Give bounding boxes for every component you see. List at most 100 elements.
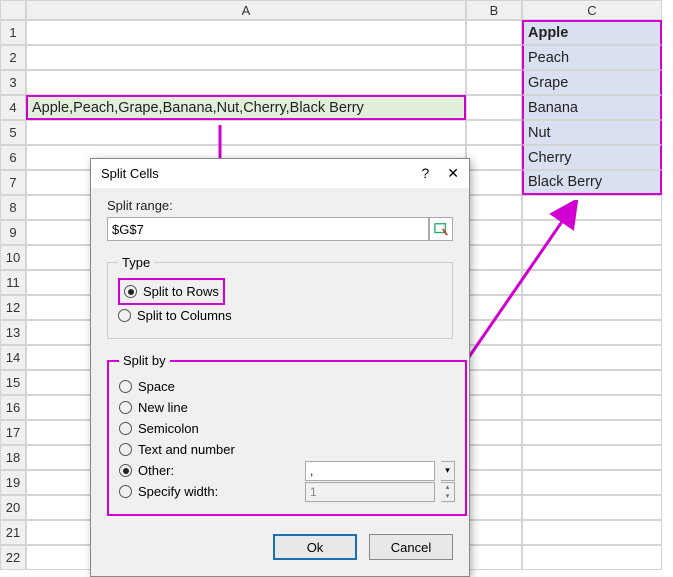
row-header[interactable]: 16 bbox=[0, 395, 26, 420]
row-header[interactable]: 5 bbox=[0, 120, 26, 145]
cell-B6[interactable] bbox=[466, 145, 522, 170]
cell-C20[interactable] bbox=[522, 495, 662, 520]
splitby-group: Split by Space New line Semicolon Text a… bbox=[107, 353, 467, 516]
row-header[interactable]: 8 bbox=[0, 195, 26, 220]
other-delimiter-input[interactable] bbox=[305, 461, 435, 481]
radio-split-cols[interactable]: Split to Columns bbox=[118, 305, 442, 326]
radio-icon bbox=[119, 485, 132, 498]
radio-icon bbox=[119, 401, 132, 414]
col-header-A[interactable]: A bbox=[26, 0, 466, 20]
cell-C18[interactable] bbox=[522, 445, 662, 470]
split-range-input[interactable] bbox=[107, 217, 429, 241]
cell-B16[interactable] bbox=[466, 395, 522, 420]
cell-B9[interactable] bbox=[466, 220, 522, 245]
cell-B18[interactable] bbox=[466, 445, 522, 470]
radio-width[interactable]: Specify width: bbox=[119, 481, 299, 502]
cell-C11[interactable] bbox=[522, 270, 662, 295]
cell-C13[interactable] bbox=[522, 320, 662, 345]
close-button[interactable]: ✕ bbox=[447, 165, 459, 182]
cell-C7[interactable]: Black Berry bbox=[522, 170, 662, 195]
cell-C16[interactable] bbox=[522, 395, 662, 420]
dialog-title: Split Cells bbox=[101, 166, 159, 181]
ok-button[interactable]: Ok bbox=[273, 534, 357, 560]
row-header[interactable]: 9 bbox=[0, 220, 26, 245]
cell-C9[interactable] bbox=[522, 220, 662, 245]
row-header[interactable]: 22 bbox=[0, 545, 26, 570]
row-header[interactable]: 11 bbox=[0, 270, 26, 295]
row-header[interactable]: 3 bbox=[0, 70, 26, 95]
row-header[interactable]: 13 bbox=[0, 320, 26, 345]
radio-textnum[interactable]: Text and number bbox=[119, 439, 455, 460]
cell-C4[interactable]: Banana bbox=[522, 95, 662, 120]
row-header[interactable]: 7 bbox=[0, 170, 26, 195]
corner-cell[interactable] bbox=[0, 0, 26, 20]
row-header[interactable]: 20 bbox=[0, 495, 26, 520]
radio-semicolon[interactable]: Semicolon bbox=[119, 418, 455, 439]
cell-A2[interactable] bbox=[26, 45, 466, 70]
radio-other[interactable]: Other: bbox=[119, 460, 299, 481]
cell-B8[interactable] bbox=[466, 195, 522, 220]
cell-B1[interactable] bbox=[466, 20, 522, 45]
cell-C10[interactable] bbox=[522, 245, 662, 270]
cell-C17[interactable] bbox=[522, 420, 662, 445]
cell-C2[interactable]: Peach bbox=[522, 45, 662, 70]
cell-B15[interactable] bbox=[466, 370, 522, 395]
cell-A3[interactable] bbox=[26, 70, 466, 95]
range-picker-button[interactable] bbox=[429, 217, 453, 241]
cell-B21[interactable] bbox=[466, 520, 522, 545]
cell-C5[interactable]: Nut bbox=[522, 120, 662, 145]
cell-C6[interactable]: Cherry bbox=[522, 145, 662, 170]
type-group: Type Split to Rows Split to Columns bbox=[107, 255, 453, 339]
row-header[interactable]: 21 bbox=[0, 520, 26, 545]
row-header[interactable]: 2 bbox=[0, 45, 26, 70]
radio-icon bbox=[119, 464, 132, 477]
radio-newline[interactable]: New line bbox=[119, 397, 455, 418]
cell-B2[interactable] bbox=[466, 45, 522, 70]
help-button[interactable]: ? bbox=[421, 165, 429, 182]
cell-B10[interactable] bbox=[466, 245, 522, 270]
chevron-down-icon[interactable]: ▾ bbox=[441, 461, 455, 481]
row-header[interactable]: 1 bbox=[0, 20, 26, 45]
cell-B11[interactable] bbox=[466, 270, 522, 295]
cell-C19[interactable] bbox=[522, 470, 662, 495]
row-header[interactable]: 4 bbox=[0, 95, 26, 120]
cell-C14[interactable] bbox=[522, 345, 662, 370]
row-header[interactable]: 14 bbox=[0, 345, 26, 370]
cell-A1[interactable] bbox=[26, 20, 466, 45]
col-header-C[interactable]: C bbox=[522, 0, 662, 20]
cell-C12[interactable] bbox=[522, 295, 662, 320]
row-header[interactable]: 10 bbox=[0, 245, 26, 270]
cell-B17[interactable] bbox=[466, 420, 522, 445]
cell-B20[interactable] bbox=[466, 495, 522, 520]
row-header[interactable]: 17 bbox=[0, 420, 26, 445]
cancel-button[interactable]: Cancel bbox=[369, 534, 453, 560]
cell-C3[interactable]: Grape bbox=[522, 70, 662, 95]
cell-A5[interactable] bbox=[26, 120, 466, 145]
row-header[interactable]: 19 bbox=[0, 470, 26, 495]
row-header[interactable]: 15 bbox=[0, 370, 26, 395]
row-header[interactable]: 18 bbox=[0, 445, 26, 470]
cell-B13[interactable] bbox=[466, 320, 522, 345]
radio-icon bbox=[119, 422, 132, 435]
cell-C1[interactable]: Apple bbox=[522, 20, 662, 45]
radio-split-rows[interactable]: Split to Rows bbox=[124, 281, 219, 302]
radio-space[interactable]: Space bbox=[119, 376, 455, 397]
cell-A4[interactable]: Apple,Peach,Grape,Banana,Nut,Cherry,Blac… bbox=[26, 95, 466, 120]
cell-B14[interactable] bbox=[466, 345, 522, 370]
cell-C21[interactable] bbox=[522, 520, 662, 545]
col-header-B[interactable]: B bbox=[466, 0, 522, 20]
cell-B19[interactable] bbox=[466, 470, 522, 495]
cell-B22[interactable] bbox=[466, 545, 522, 570]
cell-B7[interactable] bbox=[466, 170, 522, 195]
cell-B5[interactable] bbox=[466, 120, 522, 145]
cell-B4[interactable] bbox=[466, 95, 522, 120]
row-header[interactable]: 6 bbox=[0, 145, 26, 170]
cell-B3[interactable] bbox=[466, 70, 522, 95]
row-header[interactable]: 12 bbox=[0, 295, 26, 320]
cell-C15[interactable] bbox=[522, 370, 662, 395]
radio-icon bbox=[119, 380, 132, 393]
cell-C22[interactable] bbox=[522, 545, 662, 570]
radio-icon bbox=[119, 443, 132, 456]
cell-B12[interactable] bbox=[466, 295, 522, 320]
cell-C8[interactable] bbox=[522, 195, 662, 220]
